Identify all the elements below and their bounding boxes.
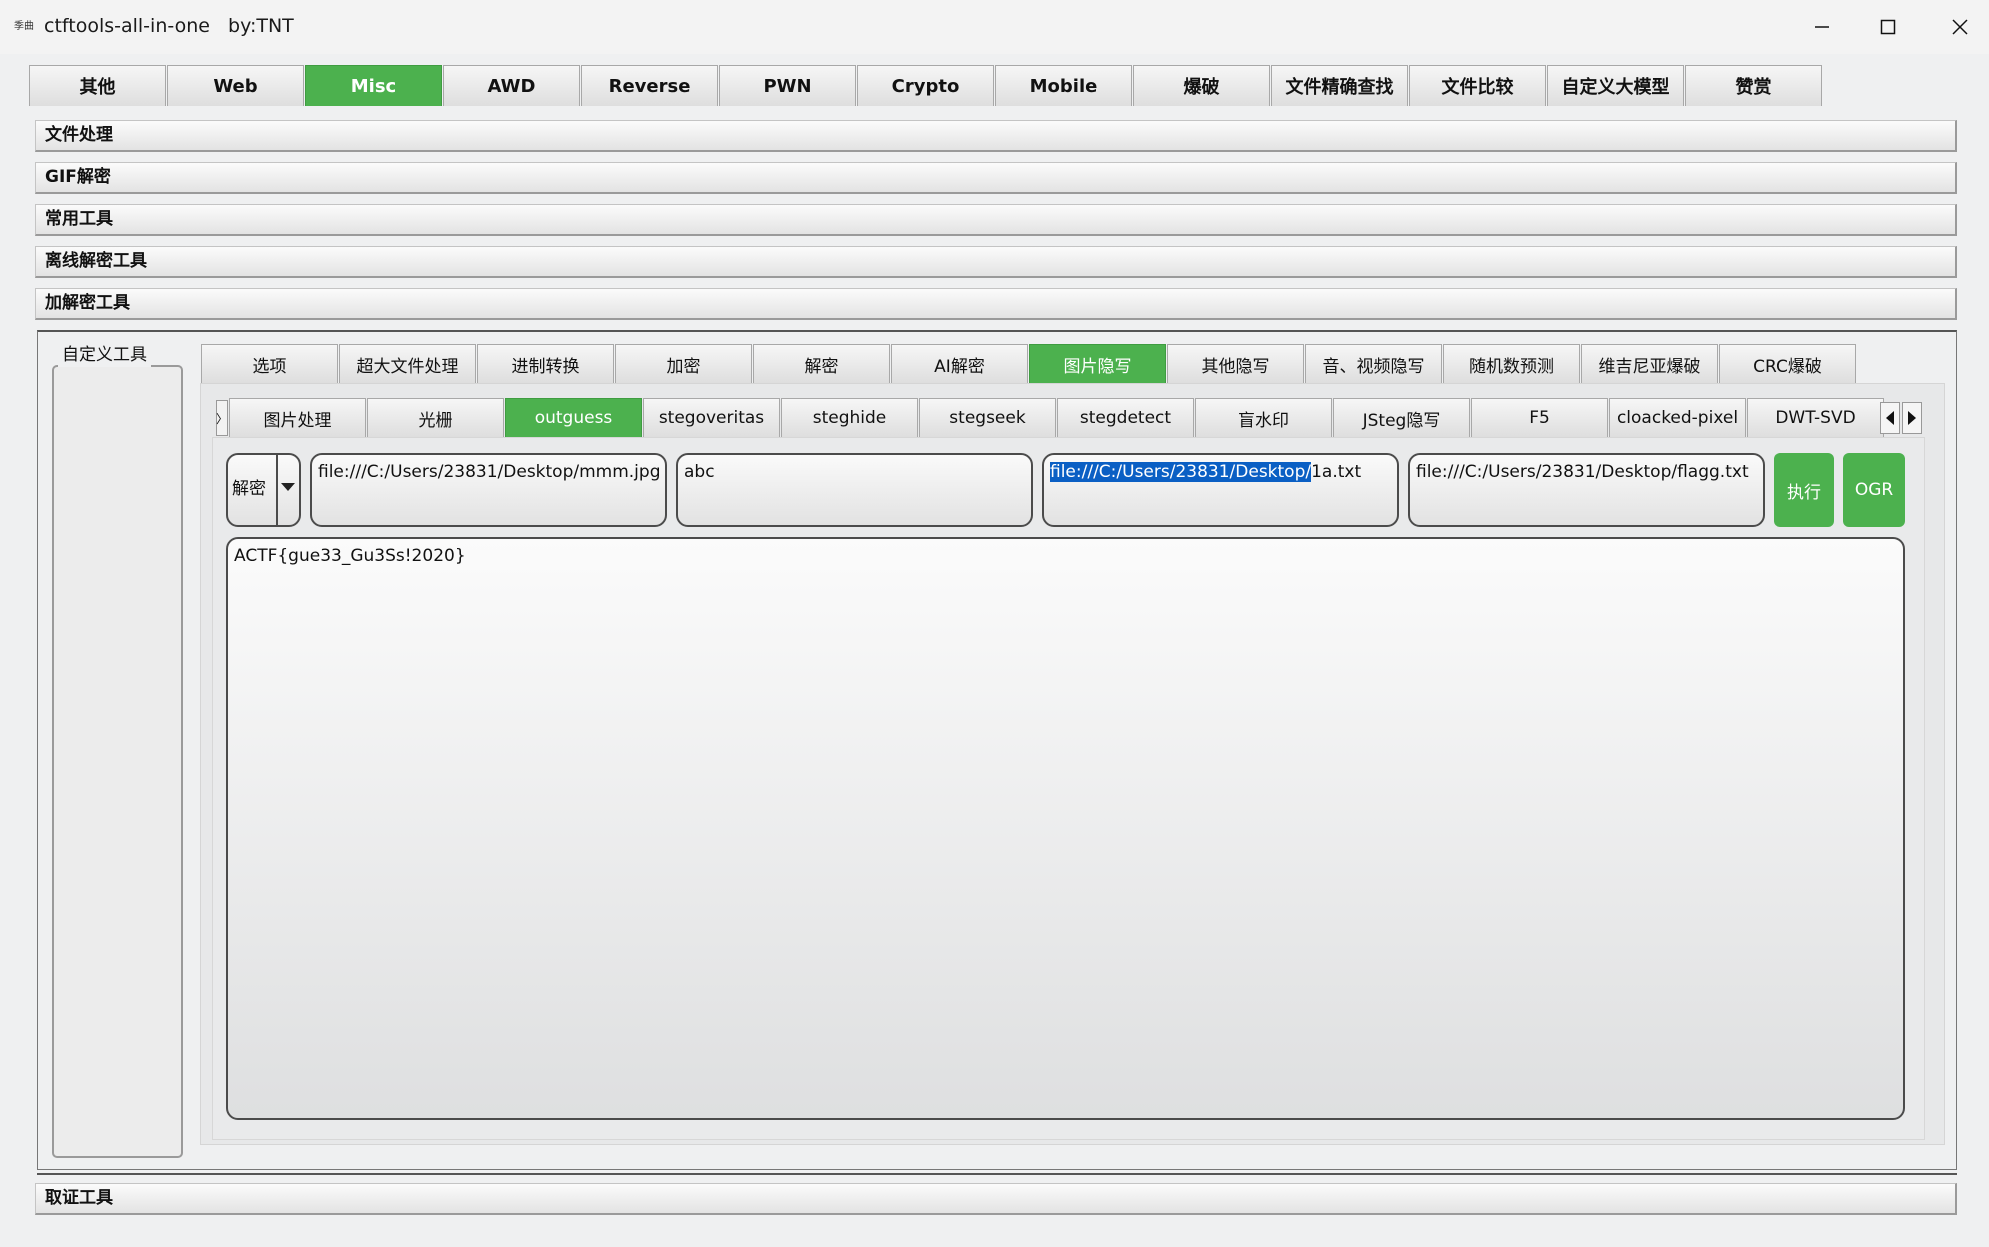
custom-tool-list[interactable]	[52, 365, 183, 1158]
sub-tab-8[interactable]: 音、视频隐写	[1305, 344, 1442, 383]
tool-tab-11[interactable]: DWT-SVD	[1747, 398, 1884, 437]
close-button[interactable]	[1924, 0, 1989, 54]
sub-tab-1[interactable]: 超大文件处理	[339, 344, 476, 383]
main-tab-3[interactable]: AWD	[443, 65, 580, 106]
tool-tab-3[interactable]: stegoveritas	[643, 398, 780, 437]
arrow-left-icon	[1886, 411, 1894, 425]
main-tab-12[interactable]: 赞赏	[1685, 65, 1822, 106]
image-path-input[interactable]: file:///C:/Users/23831/Desktop/mmm.jpg	[310, 453, 667, 527]
ogr-button[interactable]: OGR	[1843, 453, 1905, 527]
main-tab-11[interactable]: 自定义大模型	[1547, 65, 1684, 106]
tool-tab-2[interactable]: outguess	[505, 398, 642, 437]
selected-text: file:///C:/Users/23831/Desktop/	[1050, 462, 1312, 482]
sub-tab-7[interactable]: 其他隐写	[1167, 344, 1304, 383]
tool-tab-10[interactable]: cloacked-pixel	[1609, 398, 1746, 437]
sub-tab-9[interactable]: 随机数预测	[1443, 344, 1580, 383]
key-input[interactable]: abc	[676, 453, 1033, 527]
tool-tab-4[interactable]: steghide	[781, 398, 918, 437]
maximize-icon	[1880, 19, 1896, 35]
title-bar	[0, 0, 1989, 54]
sub-tab-4[interactable]: 解密	[753, 344, 890, 383]
sub-tab-11[interactable]: CRC爆破	[1719, 344, 1856, 383]
tool-tab-1[interactable]: 光栅	[367, 398, 504, 437]
unselected-text: 1a.txt	[1311, 462, 1362, 482]
section-1[interactable]: GIF解密	[35, 162, 1957, 194]
main-tab-5[interactable]: PWN	[719, 65, 856, 106]
chevron-down-icon[interactable]	[281, 483, 295, 491]
mode-select-divider	[276, 455, 278, 525]
sub-tab-0[interactable]: 选项	[201, 344, 338, 383]
close-icon	[1952, 19, 1968, 35]
arrow-right-icon	[1908, 411, 1916, 425]
sub-tab-5[interactable]: AI解密	[891, 344, 1028, 383]
minimize-button[interactable]	[1786, 0, 1858, 54]
tool-tab-scroll-right-button[interactable]	[1902, 402, 1922, 434]
mode-select-value: 解密	[232, 479, 266, 499]
main-tab-0[interactable]: 其他	[29, 65, 166, 106]
main-tab-7[interactable]: Mobile	[995, 65, 1132, 106]
sub-tab-2[interactable]: 进制转换	[477, 344, 614, 383]
section-0[interactable]: 文件处理	[35, 120, 1957, 152]
maximize-button[interactable]	[1852, 0, 1924, 54]
execute-button[interactable]: 执行	[1774, 453, 1834, 527]
tool-tab-0[interactable]: 图片处理	[229, 398, 366, 437]
output-path-input[interactable]: file:///C:/Users/23831/Desktop/flagg.txt	[1408, 453, 1765, 527]
section-3[interactable]: 离线解密工具	[35, 246, 1957, 278]
section-divider	[37, 1173, 1957, 1175]
tool-tab-8[interactable]: JSteg隐写	[1333, 398, 1470, 437]
custom-tool-title: 自定义工具	[58, 343, 151, 367]
section-2[interactable]: 常用工具	[35, 204, 1957, 236]
section-4[interactable]: 加解密工具	[35, 288, 1957, 320]
main-tab-9[interactable]: 文件精确查找	[1271, 65, 1408, 106]
sub-tab-6[interactable]: 图片隐写	[1029, 344, 1166, 383]
sub-tab-3[interactable]: 加密	[615, 344, 752, 383]
tool-tab-scroll-left-button[interactable]	[1880, 402, 1900, 434]
section-forensics-tools[interactable]: 取证工具	[35, 1183, 1957, 1215]
main-tab-2[interactable]: Misc	[305, 65, 442, 106]
output-textarea[interactable]: ACTF{gue33_Gu3Ss!2020}	[226, 537, 1905, 1120]
tool-tab-9[interactable]: F5	[1471, 398, 1608, 437]
main-tab-6[interactable]: Crypto	[857, 65, 994, 106]
tool-tab-5[interactable]: stegseek	[919, 398, 1056, 437]
message-path-input[interactable]: file:///C:/Users/23831/Desktop/1a.txt	[1042, 453, 1399, 527]
tool-tab-7[interactable]: 盲水印	[1195, 398, 1332, 437]
main-tab-1[interactable]: Web	[167, 65, 304, 106]
minimize-icon	[1815, 26, 1829, 28]
app-icon: 季曲	[14, 21, 34, 32]
main-tab-4[interactable]: Reverse	[581, 65, 718, 106]
main-tab-8[interactable]: 爆破	[1133, 65, 1270, 106]
sub-tab-10[interactable]: 维吉尼亚爆破	[1581, 344, 1718, 383]
main-tab-10[interactable]: 文件比较	[1409, 65, 1546, 106]
tool-tab-scroll-indicator: 〉	[216, 400, 228, 436]
window-title: ctftools-all-in-one by:TNT	[44, 15, 294, 37]
tool-tab-6[interactable]: stegdetect	[1057, 398, 1194, 437]
